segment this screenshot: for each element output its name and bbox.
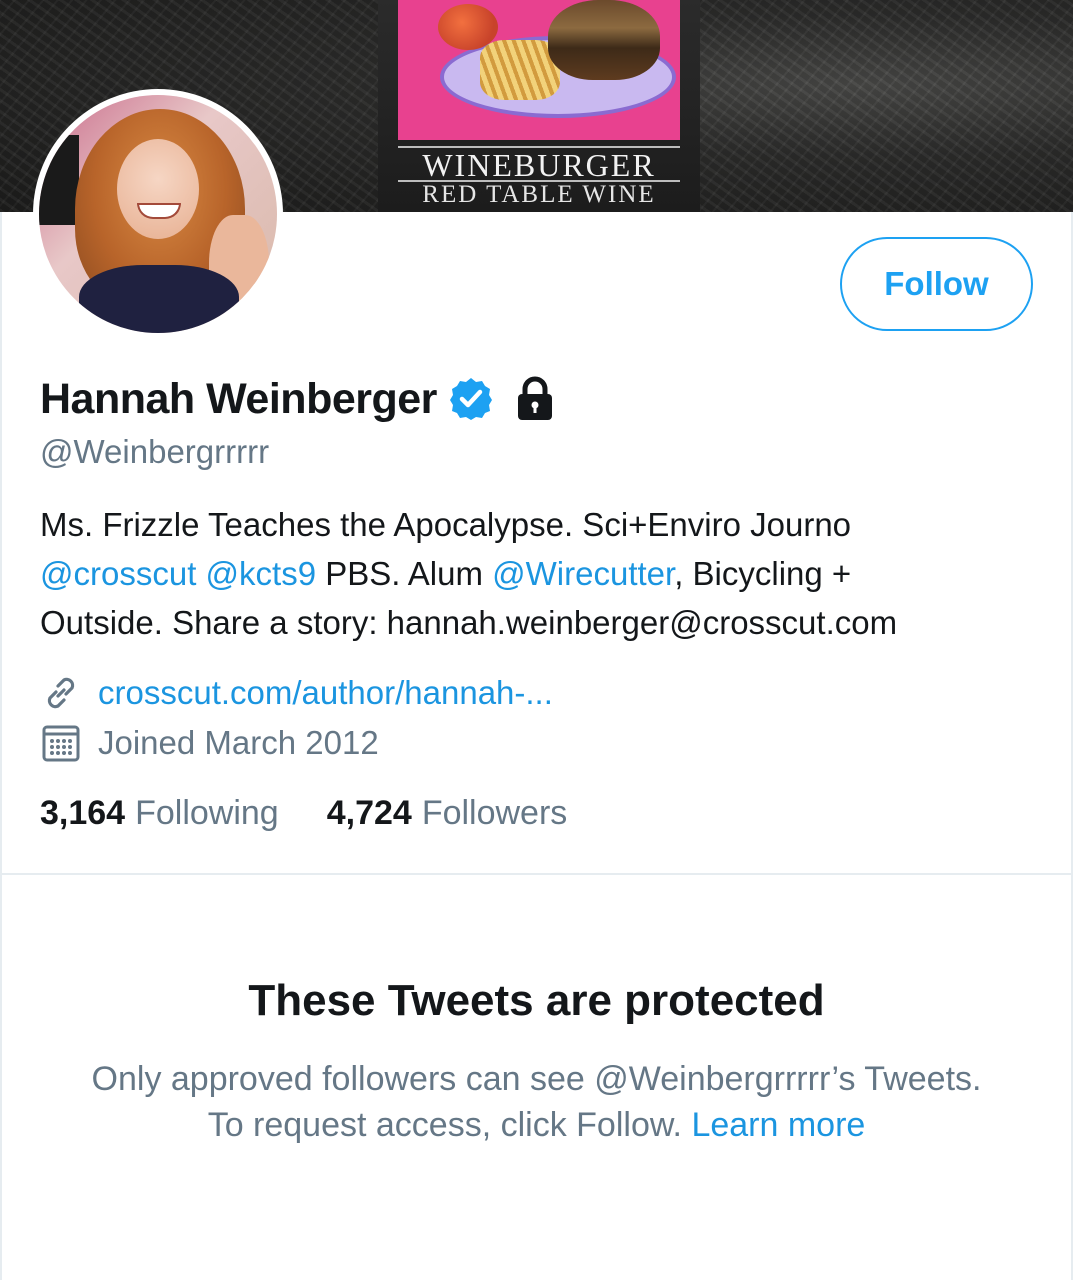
burger-graphic [548, 0, 660, 80]
followers-count: 4,724 [326, 794, 412, 832]
bio-text-bicycling: , Bicycling + [674, 555, 852, 592]
username-handle: @Weinbergrrrrr [40, 433, 270, 470]
avatar[interactable] [33, 89, 283, 339]
protected-message: Only approved followers can see @Weinber… [80, 1056, 993, 1148]
followers-label: Followers [421, 794, 568, 832]
profile-page: WINEBURGER RED TABLE WINE Follow Hannah … [0, 0, 1073, 1280]
bio: Ms. Frizzle Teaches the Apocalypse. Sci+… [40, 500, 1040, 647]
bio-line-2: @crosscut @kcts9 PBS. Alum @Wirecutter, … [40, 549, 1040, 598]
left-border [0, 212, 2, 1280]
lock-icon [511, 375, 559, 423]
protected-title: These Tweets are protected [248, 976, 825, 1025]
bio-line-1: Ms. Frizzle Teaches the Apocalypse. Sci+… [40, 506, 852, 543]
wine-label-title: WINEBURGER [398, 146, 680, 182]
following-label: Following [135, 794, 279, 832]
joined-row: Joined March 2012 [40, 722, 379, 764]
wine-label-subtitle: RED TABLE WINE [398, 180, 680, 208]
follow-counts: 3,164 Following 4,724 Followers [40, 794, 615, 833]
calendar-icon [40, 722, 82, 764]
name-row: Hannah Weinberger [40, 373, 559, 425]
display-name: Hannah Weinberger [40, 374, 437, 423]
tomato-graphic [438, 4, 498, 50]
website-link[interactable]: crosscut.com/author/hannah-... [98, 674, 553, 712]
verified-badge-icon [447, 375, 495, 423]
link-icon [40, 672, 82, 714]
avatar-background-shadow [39, 135, 79, 225]
bio-line-3: Outside. Share a story: hannah.weinberge… [40, 604, 898, 641]
mention-kcts9-link[interactable]: @kcts9 [206, 555, 317, 592]
mention-crosscut-link[interactable]: @crosscut [40, 555, 196, 592]
joined-date: Joined March 2012 [98, 724, 379, 761]
bio-text-pbs: PBS. Alum [316, 555, 493, 592]
label-pink-panel [398, 0, 680, 140]
website-row: crosscut.com/author/hannah-... [40, 672, 553, 714]
follow-button[interactable]: Follow [840, 237, 1033, 331]
mention-wirecutter-link[interactable]: @Wirecutter [492, 555, 674, 592]
following-count: 3,164 [40, 794, 126, 832]
avatar-face [117, 139, 199, 239]
section-divider [0, 873, 1073, 875]
learn-more-link[interactable]: Learn more [691, 1106, 865, 1144]
wine-label-graphic: WINEBURGER RED TABLE WINE [378, 0, 700, 212]
followers-count-link[interactable]: 4,724 Followers [327, 794, 568, 833]
avatar-photo [39, 95, 277, 333]
avatar-clothing [79, 265, 239, 333]
following-count-link[interactable]: 3,164 Following [40, 794, 279, 833]
